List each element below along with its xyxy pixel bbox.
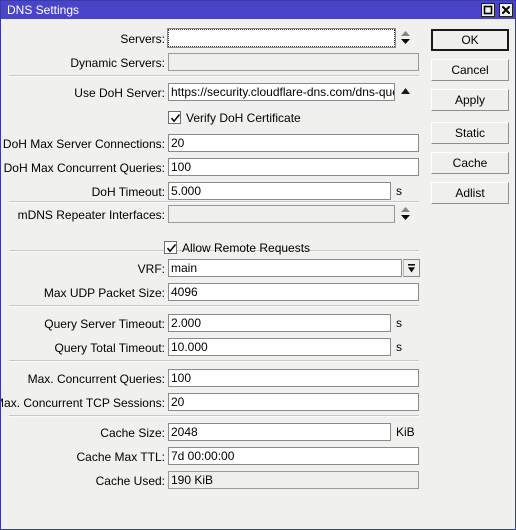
section-separator [9,201,419,203]
label-use-doh-server: Use DoH Server: [74,86,165,100]
adlist-button[interactable]: Adlist [431,182,509,204]
input-max-concurrent-tcp-sessions[interactable]: 20 [168,393,419,411]
label-doh-max-concurrent-queries: DoH Max Concurrent Queries: [3,161,165,175]
action-button-panel: OK Cancel Apply Static Cache Adlist [425,19,515,529]
checkbox-box[interactable] [164,241,177,254]
chevron-up-icon [401,88,410,94]
input-cache-max-ttl[interactable]: 7d 00:00:00 [168,447,419,465]
label-query-total-timeout: Query Total Timeout: [54,341,166,355]
title-bar: DNS Settings [1,1,515,19]
label-max-concurrent-tcp-sessions: Max. Concurrent TCP Sessions: [0,396,165,410]
label-doh-timeout: DoH Timeout: [91,185,165,199]
label-cache-used: Cache Used: [95,474,165,488]
dns-settings-window: DNS Settings Servers: Dynamic Servers: Use… [0,0,516,530]
window-title: DNS Settings [7,3,80,17]
check-icon [166,244,177,253]
chevron-down-icon [408,264,415,273]
dropdown-button-vrf[interactable] [403,259,420,277]
unit-cache-size: KiB [396,425,415,439]
label-vrf: VRF: [137,262,165,276]
input-vrf[interactable]: main [168,259,402,277]
close-button[interactable] [499,3,513,17]
cache-button[interactable]: Cache [431,152,509,174]
label-servers: Servers: [120,32,165,46]
input-cache-used: 190 KiB [168,471,419,489]
static-button[interactable]: Static [431,122,509,144]
input-query-server-timeout[interactable]: 2.000 [168,314,391,332]
ok-button[interactable]: OK [431,29,509,51]
input-max-udp-packet-size[interactable]: 4096 [168,283,419,301]
checkbox-label: Verify DoH Certificate [186,111,301,125]
input-doh-max-server-connections[interactable]: 20 [168,134,419,152]
maximize-button[interactable] [481,3,495,17]
up-down-arrows-icon [401,207,410,220]
unit-doh-timeout: s [396,184,402,198]
apply-button[interactable]: Apply [431,89,509,111]
up-down-arrows-icon [401,31,410,44]
checkbox-box[interactable] [168,111,181,124]
settings-form: Servers: Dynamic Servers: Use DoH Server: h… [0,19,425,529]
input-max-concurrent-queries[interactable]: 100 [168,369,419,387]
checkbox-label: Allow Remote Requests [182,241,311,255]
input-servers[interactable] [167,28,396,48]
label-max-udp-packet-size: Max UDP Packet Size: [43,286,165,300]
collapse-arrow-use-doh-server[interactable] [399,83,412,101]
maximize-icon [482,4,494,16]
spinner-servers[interactable] [399,29,412,47]
input-mdns-repeater-interfaces [168,205,395,223]
label-mdns-repeater-interfaces: mDNS Repeater Interfaces: [17,208,165,222]
unit-query-total-timeout: s [396,340,402,354]
input-dynamic-servers [168,53,419,71]
section-separator [9,415,419,417]
label-doh-max-server-connections: DoH Max Server Connections: [2,137,165,151]
input-doh-max-concurrent-queries[interactable]: 100 [168,158,419,176]
input-use-doh-server[interactable]: https://security.cloudflare-dns.com/dns-… [168,83,395,101]
check-icon [170,114,181,123]
spinner-mdns-repeater-interfaces[interactable] [399,205,412,223]
label-query-server-timeout: Query Server Timeout: [44,317,165,331]
section-separator [9,360,419,362]
close-icon [500,4,512,16]
label-cache-size: Cache Size: [100,426,165,440]
section-separator [9,305,419,307]
label-max-concurrent-queries: Max. Concurrent Queries: [27,372,165,386]
input-cache-size[interactable]: 2048 [168,423,391,441]
label-dynamic-servers: Dynamic Servers: [70,56,165,70]
label-cache-max-ttl: Cache Max TTL: [76,450,165,464]
input-doh-timeout[interactable]: 5.000 [168,182,391,200]
cancel-button[interactable]: Cancel [431,59,509,81]
unit-query-server-timeout: s [396,316,402,330]
section-separator [9,75,419,77]
input-query-total-timeout[interactable]: 10.000 [168,338,391,356]
